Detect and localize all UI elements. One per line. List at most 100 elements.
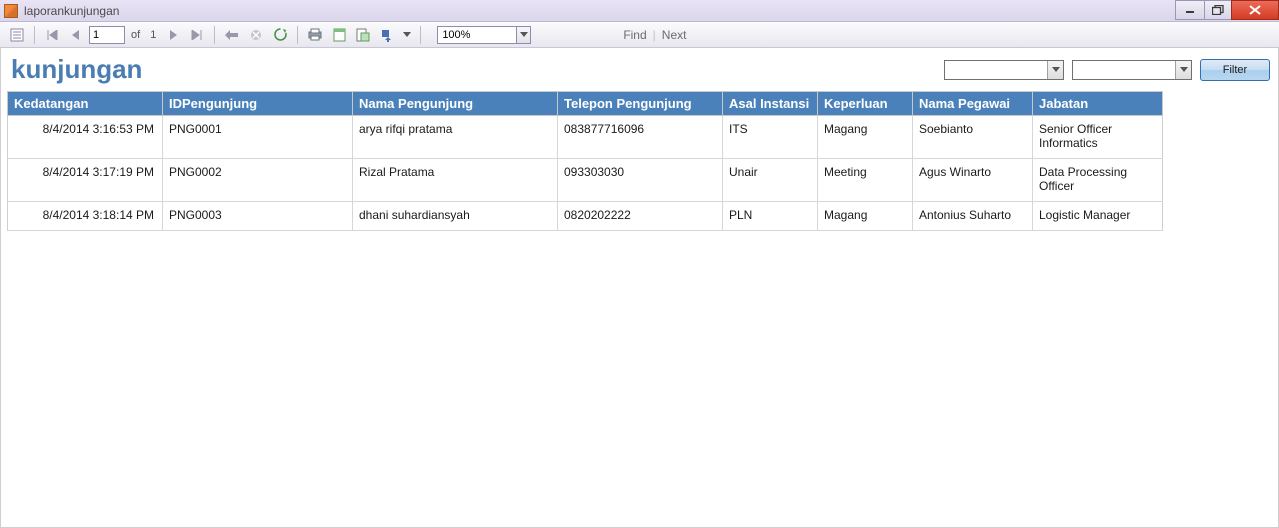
prev-page-button[interactable] <box>65 24 87 46</box>
report-viewport: kunjungan Filter Kedatangan IDPengunjung… <box>0 48 1279 528</box>
page-setup-icon <box>356 28 370 42</box>
filter-combo-2-dropdown[interactable] <box>1175 61 1191 79</box>
cell-telepon: 083877716096 <box>558 116 723 159</box>
table-row: 8/4/2014 3:17:19 PMPNG0002Rizal Pratama0… <box>8 159 1163 202</box>
filter-combo-1[interactable] <box>944 60 1064 80</box>
table-row: 8/4/2014 3:18:14 PMPNG0003dhani suhardia… <box>8 202 1163 231</box>
cell-telepon: 0820202222 <box>558 202 723 231</box>
print-icon <box>308 28 322 41</box>
col-jabatan: Jabatan <box>1033 92 1163 116</box>
col-idpengunjung: IDPengunjung <box>163 92 353 116</box>
cell-nama: dhani suhardiansyah <box>353 202 558 231</box>
page-of-label: of <box>127 29 144 41</box>
cell-keperluan: Meeting <box>818 159 913 202</box>
filter-combo-2-value <box>1073 61 1175 79</box>
document-map-button[interactable] <box>6 24 28 46</box>
zoom-dropdown-button[interactable] <box>517 26 531 44</box>
first-page-icon <box>46 30 58 40</box>
close-icon <box>1249 5 1261 15</box>
minimize-button[interactable] <box>1175 0 1205 20</box>
separator-bar: | <box>653 28 656 42</box>
export-icon <box>380 28 394 42</box>
refresh-icon <box>274 28 287 41</box>
cell-nama: arya rifqi pratama <box>353 116 558 159</box>
cell-id: PNG0002 <box>163 159 353 202</box>
zoom-input[interactable] <box>437 26 517 44</box>
cell-kedatangan: 8/4/2014 3:17:19 PM <box>8 159 163 202</box>
cell-pegawai: Antonius Suharto <box>913 202 1033 231</box>
cell-asal: Unair <box>723 159 818 202</box>
print-button[interactable] <box>304 24 326 46</box>
chevron-down-icon <box>1180 67 1188 72</box>
stop-button[interactable] <box>245 24 267 46</box>
print-layout-button[interactable] <box>328 24 350 46</box>
cell-keperluan: Magang <box>818 116 913 159</box>
chevron-down-icon <box>520 32 528 37</box>
next-page-icon <box>168 30 178 40</box>
cell-kedatangan: 8/4/2014 3:18:14 PM <box>8 202 163 231</box>
window-buttons <box>1176 0 1279 20</box>
cell-pegawai: Agus Winarto <box>913 159 1033 202</box>
toolbar-separator <box>297 26 298 44</box>
chevron-down-icon <box>403 32 411 37</box>
cell-jabatan: Logistic Manager <box>1033 202 1163 231</box>
last-page-button[interactable] <box>186 24 208 46</box>
cell-keperluan: Magang <box>818 202 913 231</box>
next-link[interactable]: Next <box>662 28 687 42</box>
cell-id: PNG0001 <box>163 116 353 159</box>
report-toolbar: of 1 Find | Next <box>0 22 1279 48</box>
maximize-button[interactable] <box>1204 0 1232 20</box>
form-icon <box>4 4 18 18</box>
last-page-icon <box>191 30 203 40</box>
first-page-button[interactable] <box>41 24 63 46</box>
filter-combo-1-dropdown[interactable] <box>1047 61 1063 79</box>
cell-jabatan: Data Processing Officer <box>1033 159 1163 202</box>
report-title: kunjungan <box>9 54 142 85</box>
page-number-input[interactable] <box>89 26 125 44</box>
page-setup-button[interactable] <box>352 24 374 46</box>
toolbar-separator <box>34 26 35 44</box>
toolbar-separator <box>214 26 215 44</box>
col-asal-instansi: Asal Instansi <box>723 92 818 116</box>
minimize-icon <box>1185 5 1195 15</box>
cell-telepon: 093303030 <box>558 159 723 202</box>
cell-kedatangan: 8/4/2014 3:16:53 PM <box>8 116 163 159</box>
find-next-group: Find | Next <box>623 28 686 42</box>
document-map-icon <box>10 28 24 42</box>
col-kedatangan: Kedatangan <box>8 92 163 116</box>
window-title: laporankunjungan <box>24 4 119 18</box>
cell-asal: ITS <box>723 116 818 159</box>
export-dropdown-button[interactable] <box>400 24 414 46</box>
col-nama-pengunjung: Nama Pengunjung <box>353 92 558 116</box>
filter-combo-1-value <box>945 61 1047 79</box>
chevron-down-icon <box>1052 67 1060 72</box>
export-button[interactable] <box>376 24 398 46</box>
table-header-row: Kedatangan IDPengunjung Nama Pengunjung … <box>8 92 1163 116</box>
toolbar-separator <box>420 26 421 44</box>
report-table: Kedatangan IDPengunjung Nama Pengunjung … <box>7 91 1163 231</box>
col-nama-pegawai: Nama Pegawai <box>913 92 1033 116</box>
report-header: kunjungan Filter <box>1 48 1278 91</box>
refresh-button[interactable] <box>269 24 291 46</box>
prev-page-icon <box>71 30 81 40</box>
find-link[interactable]: Find <box>623 28 646 42</box>
maximize-icon <box>1212 5 1224 15</box>
filter-button[interactable]: Filter <box>1200 59 1270 81</box>
close-button[interactable] <box>1231 0 1279 20</box>
cell-asal: PLN <box>723 202 818 231</box>
filter-combo-2[interactable] <box>1072 60 1192 80</box>
window-titlebar: laporankunjungan <box>0 0 1279 22</box>
zoom-control <box>437 26 531 44</box>
page-total: 1 <box>146 29 160 41</box>
cell-nama: Rizal Pratama <box>353 159 558 202</box>
cell-id: PNG0003 <box>163 202 353 231</box>
stop-icon <box>250 29 262 41</box>
cell-pegawai: Soebianto <box>913 116 1033 159</box>
cell-jabatan: Senior Officer Informatics <box>1033 116 1163 159</box>
next-page-button[interactable] <box>162 24 184 46</box>
col-telepon: Telepon Pengunjung <box>558 92 723 116</box>
col-keperluan: Keperluan <box>818 92 913 116</box>
print-layout-icon <box>333 28 346 42</box>
table-row: 8/4/2014 3:16:53 PMPNG0001arya rifqi pra… <box>8 116 1163 159</box>
back-button[interactable] <box>221 24 243 46</box>
